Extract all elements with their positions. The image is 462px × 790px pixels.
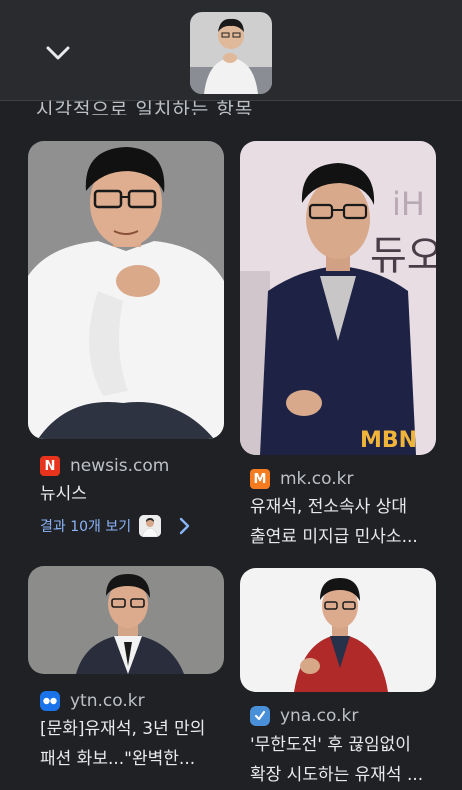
yna-logo-icon	[250, 706, 270, 726]
svg-text:iH: iH	[392, 185, 425, 223]
source-domain: mk.co.kr	[280, 469, 354, 489]
caption-line: 출연료 미지급 민사소...	[250, 527, 418, 547]
caption-line: 유재석, 전소속사 상대	[250, 497, 407, 517]
source-domain: newsis.com	[70, 456, 170, 476]
result-caption-3[interactable]: [문화]유재석, 3년 만의 패션 화보..."완벽한...	[40, 714, 205, 774]
result-source-4[interactable]: yna.co.kr	[250, 706, 358, 726]
mk-favicon-icon: M	[250, 469, 270, 489]
more-results-label: 결과 10개 보기	[40, 519, 132, 535]
chevron-down-icon	[46, 46, 70, 60]
newsis-favicon-icon: N	[40, 456, 60, 476]
caption-line: '무한도전' 후 끊임없이	[250, 735, 411, 755]
result-image-2[interactable]: iH 듀오 MBN	[240, 141, 436, 455]
more-results-thumbnail	[139, 515, 162, 537]
result-caption-1[interactable]: 뉴시스	[40, 479, 87, 509]
more-results-link[interactable]: 결과 10개 보기	[40, 515, 191, 537]
mbn-watermark: MBN	[360, 428, 417, 453]
header-bar	[0, 0, 462, 101]
result-source-3[interactable]: ytn.co.kr	[40, 691, 145, 711]
collapse-chevron-button[interactable]	[38, 36, 78, 70]
result-image-3[interactable]	[28, 566, 224, 674]
caption-line: 확장 시도하는 유재석 ...	[250, 765, 424, 785]
result-image-4[interactable]	[240, 568, 436, 692]
caption-line: 뉴시스	[40, 484, 87, 504]
result-image-1[interactable]	[28, 141, 224, 439]
source-domain: ytn.co.kr	[70, 691, 145, 711]
result-caption-4[interactable]: '무한도전' 후 끊임없이 확장 시도하는 유재석 ...	[250, 730, 423, 790]
section-title: 시각적으로 일치하는 항목	[36, 99, 254, 115]
result-caption-2[interactable]: 유재석, 전소속사 상대 출연료 미지급 민사소...	[250, 492, 418, 552]
ytn-logo-icon	[40, 691, 60, 711]
svg-text:듀오: 듀오	[370, 233, 436, 279]
source-domain: yna.co.kr	[280, 706, 359, 726]
query-image-thumbnail[interactable]	[190, 12, 272, 94]
result-source-1[interactable]: N newsis.com	[40, 456, 169, 476]
result-source-2[interactable]: M mk.co.kr	[250, 469, 354, 489]
caption-line: 패션 화보..."완벽한...	[40, 749, 196, 769]
chevron-right-icon	[179, 517, 191, 535]
caption-line: [문화]유재석, 3년 만의	[40, 719, 206, 739]
